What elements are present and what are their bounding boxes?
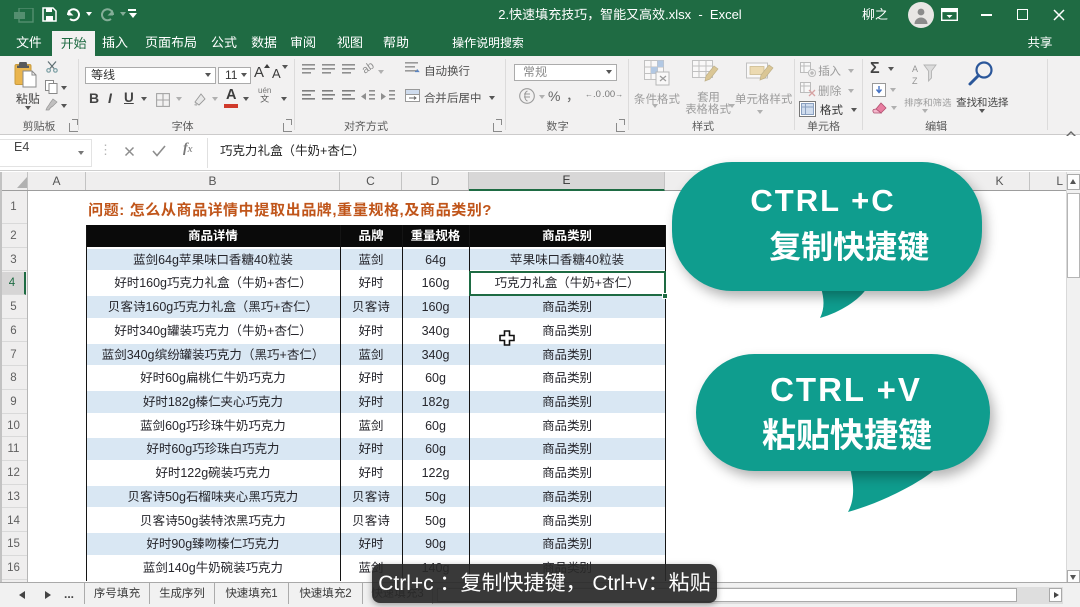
svg-text:A: A: [912, 64, 918, 74]
svg-text:Z: Z: [912, 76, 918, 86]
